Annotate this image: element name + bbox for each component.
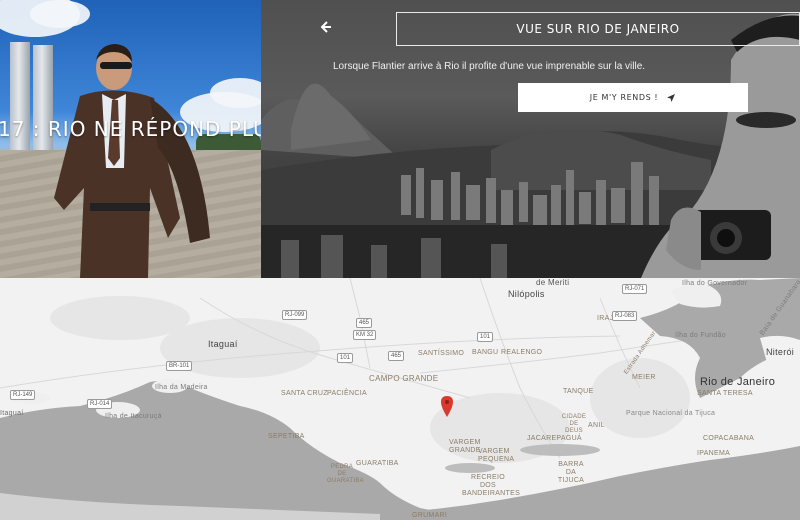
map-label: de Meriti	[536, 278, 570, 287]
map-label: IPANEMA	[697, 450, 731, 457]
poster-title: 17 : RIO NE RÉPOND PLUS	[0, 117, 261, 141]
map-label: Itaguaí	[0, 410, 24, 417]
cloud	[30, 0, 90, 28]
map-label: JACAREPAGUÁ	[527, 435, 582, 442]
navigation-arrow-icon	[667, 93, 676, 102]
map-label: PACIÊNCIA	[327, 390, 367, 397]
map-label: SANTÍSSIMO	[418, 350, 465, 357]
map-label: ANIL	[588, 422, 605, 429]
map-label: VARGEM GRANDE	[449, 439, 481, 454]
road-shield: RJ-083	[612, 311, 638, 321]
map-label: Niterói	[766, 347, 795, 357]
map-view[interactable]: de Meriti Nilópolis Ilha do Governador B…	[0, 278, 800, 520]
map-label: Ilha de Itacuruçá	[105, 413, 162, 420]
map-label: PEDRA DE GUARATIBA	[327, 464, 364, 484]
road-shield: 101	[477, 332, 494, 342]
map-label: Rio de Janeiro	[700, 376, 776, 388]
map-label: BARRA DA TIJUCA	[557, 461, 585, 484]
map-label: VARGEM PEQUENA	[478, 448, 515, 463]
map-label: SANTA TERESA	[697, 390, 753, 397]
road-shield: RJ-071	[622, 284, 648, 294]
road-shield: BR-101	[166, 361, 193, 371]
road-shield: KM 32	[353, 330, 377, 340]
map-label: SEPETIBA	[268, 433, 305, 440]
road-shield: 101	[337, 353, 354, 363]
place-title-box: VUE SUR RIO DE JANEIRO	[396, 12, 800, 46]
map-label: Parque Nacional da Tijuca	[626, 410, 716, 417]
road-shield: 465	[388, 351, 405, 361]
agent-figure	[54, 44, 210, 278]
map-label: RECREIO DOS BANDEIRANTES	[462, 474, 521, 497]
place-description: Lorsque Flantier arrive à Rio il profite…	[333, 61, 646, 72]
place-title: VUE SUR RIO DE JANEIRO	[516, 22, 680, 36]
map-label: SANTA CRUZ	[281, 390, 328, 397]
map-label: TANQUE	[563, 388, 594, 395]
road-shield: RJ-149	[10, 390, 36, 400]
map-label: BANGU	[472, 349, 499, 356]
map-label: GRUMARI	[412, 512, 448, 519]
road-shield: RJ-014	[87, 399, 113, 409]
map-label: COPACABANA	[703, 435, 755, 442]
map-label: Ilha do Fundão	[675, 332, 726, 339]
map-terrain	[0, 278, 800, 520]
go-there-label: JE M'Y RENDS !	[589, 93, 659, 102]
map-label: CIDADE DE DEUS	[561, 414, 587, 434]
arrow-left-icon	[320, 21, 331, 33]
map-label: REALENGO	[501, 349, 543, 356]
go-there-button[interactable]: JE M'Y RENDS !	[518, 83, 748, 112]
road-shield: RJ-099	[282, 310, 308, 320]
back-arrow-icon[interactable]	[318, 19, 334, 37]
map-label: Nilópolis	[508, 289, 545, 299]
movie-poster: 17 : RIO NE RÉPOND PLUS	[0, 0, 261, 278]
road-shield: 465	[356, 318, 373, 328]
map-label: Ilha do Governador	[682, 280, 748, 287]
map-label: CAMPO GRANDE	[369, 374, 439, 383]
cloud	[210, 78, 261, 108]
map-label: GUARATIBA	[356, 460, 399, 467]
map-label: Itaguaí	[208, 339, 238, 349]
map-label: Ilha da Madeira	[155, 384, 208, 391]
map-label: MEIER	[632, 374, 656, 381]
